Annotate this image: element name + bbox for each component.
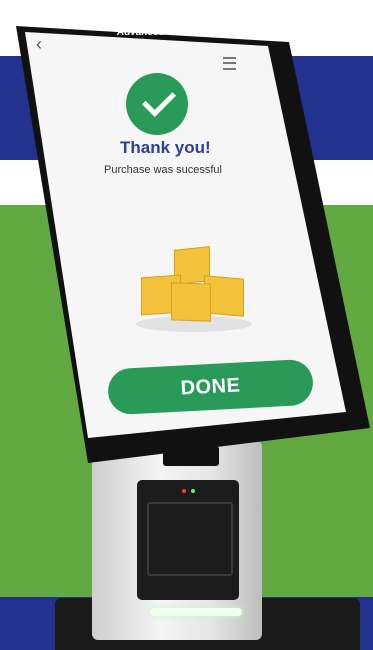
box-illustration-middle [171,282,211,322]
brand-logo: Advanced [117,27,165,38]
receipt-printer [137,480,239,600]
kiosk-light-bar [150,608,242,616]
page-title: Thank you! [120,138,211,157]
purchase-message: Purchase was sucessful [104,164,222,176]
status-led-red [182,489,186,493]
hamburger-menu-icon[interactable] [223,57,236,70]
check-circle-icon [126,73,188,135]
printer-slot [147,502,233,576]
check-mark-icon [142,83,176,117]
back-chevron-icon[interactable]: ‹ [36,34,42,55]
status-led-green [191,489,195,493]
